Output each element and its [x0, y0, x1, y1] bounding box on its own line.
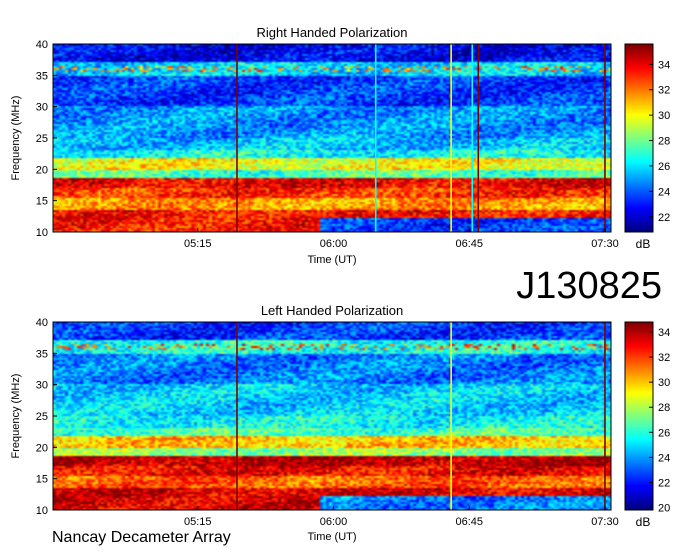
instrument-name: Nancay Decameter Array — [52, 529, 231, 546]
x-tick-label: 06:45 — [455, 516, 483, 528]
colorbar-tick-label: 24 — [658, 186, 670, 198]
colorbar-tick-label: 26 — [658, 161, 670, 173]
right-polarization-panel: 10 15 20 25 30 35 40 05:15 06:00 06:45 07:30 Right … — [10, 25, 670, 266]
colorbar-tick-label: 22 — [658, 477, 670, 489]
x-tick-label: 07:30 — [591, 238, 619, 250]
colorbar-label: dB — [636, 515, 651, 529]
colorbar-tick-label: 30 — [658, 110, 670, 122]
colorbar — [625, 322, 653, 510]
x-tick-label: 07:30 — [591, 516, 619, 528]
y-tick-label: 10 — [36, 227, 48, 239]
y-tick-label: 10 — [36, 505, 48, 517]
y-tick-label: 20 — [36, 164, 48, 176]
colorbar-tick-label: 32 — [658, 85, 670, 97]
colorbar-label: dB — [636, 237, 651, 251]
colorbar — [625, 44, 653, 232]
y-tick-label: 30 — [36, 380, 48, 392]
colorbar-tick-label: 30 — [658, 377, 670, 389]
y-tick-label: 40 — [36, 39, 48, 51]
left-polarization-panel: 1015202530354005:15 06:00 06:45 07:30Left H… — [10, 303, 670, 543]
colorbar-tick-label: 34 — [658, 59, 670, 71]
y-tick-label: 35 — [36, 70, 48, 82]
colorbar-tick-label: 20 — [658, 502, 670, 514]
colorbar-tick-label: 26 — [658, 427, 670, 439]
y-tick-label: 20 — [36, 442, 48, 454]
colorbar-tick-label: 22 — [658, 212, 670, 224]
colorbar-tick-label: 32 — [658, 352, 670, 364]
y-axis-label: Frequency (MHz) — [10, 96, 22, 181]
y-tick-label: 40 — [36, 317, 48, 329]
panel-title: Right Handed Polarization — [256, 25, 407, 40]
x-axis-label: Time (UT) — [307, 254, 356, 266]
x-tick-label: 05:15 — [184, 238, 212, 250]
y-tick-label: 30 — [36, 102, 48, 114]
observation-id: J130825 — [516, 265, 662, 307]
colorbar-tick-label: 34 — [658, 327, 670, 339]
y-axis-label: Frequency (MHz) — [10, 374, 22, 459]
x-tick-label: 06:45 — [455, 238, 483, 250]
spectrum-heatmap — [53, 322, 611, 510]
x-tick-label: 06:00 — [320, 238, 348, 250]
y-tick-label: 15 — [36, 474, 48, 486]
y-tick-label: 15 — [36, 196, 48, 208]
colorbar-tick-label: 28 — [658, 402, 670, 414]
y-tick-label: 25 — [36, 133, 48, 145]
y-tick-label: 35 — [36, 348, 48, 360]
x-axis-label: Time (UT) — [307, 531, 356, 543]
panel-title: Left Handed Polarization — [261, 303, 403, 318]
spectrum-heatmap — [53, 44, 611, 232]
x-tick-label: 06:00 — [320, 516, 348, 528]
colorbar-tick-label: 24 — [658, 452, 670, 464]
colorbar-tick-label: 28 — [658, 136, 670, 148]
y-tick-label: 25 — [36, 411, 48, 423]
